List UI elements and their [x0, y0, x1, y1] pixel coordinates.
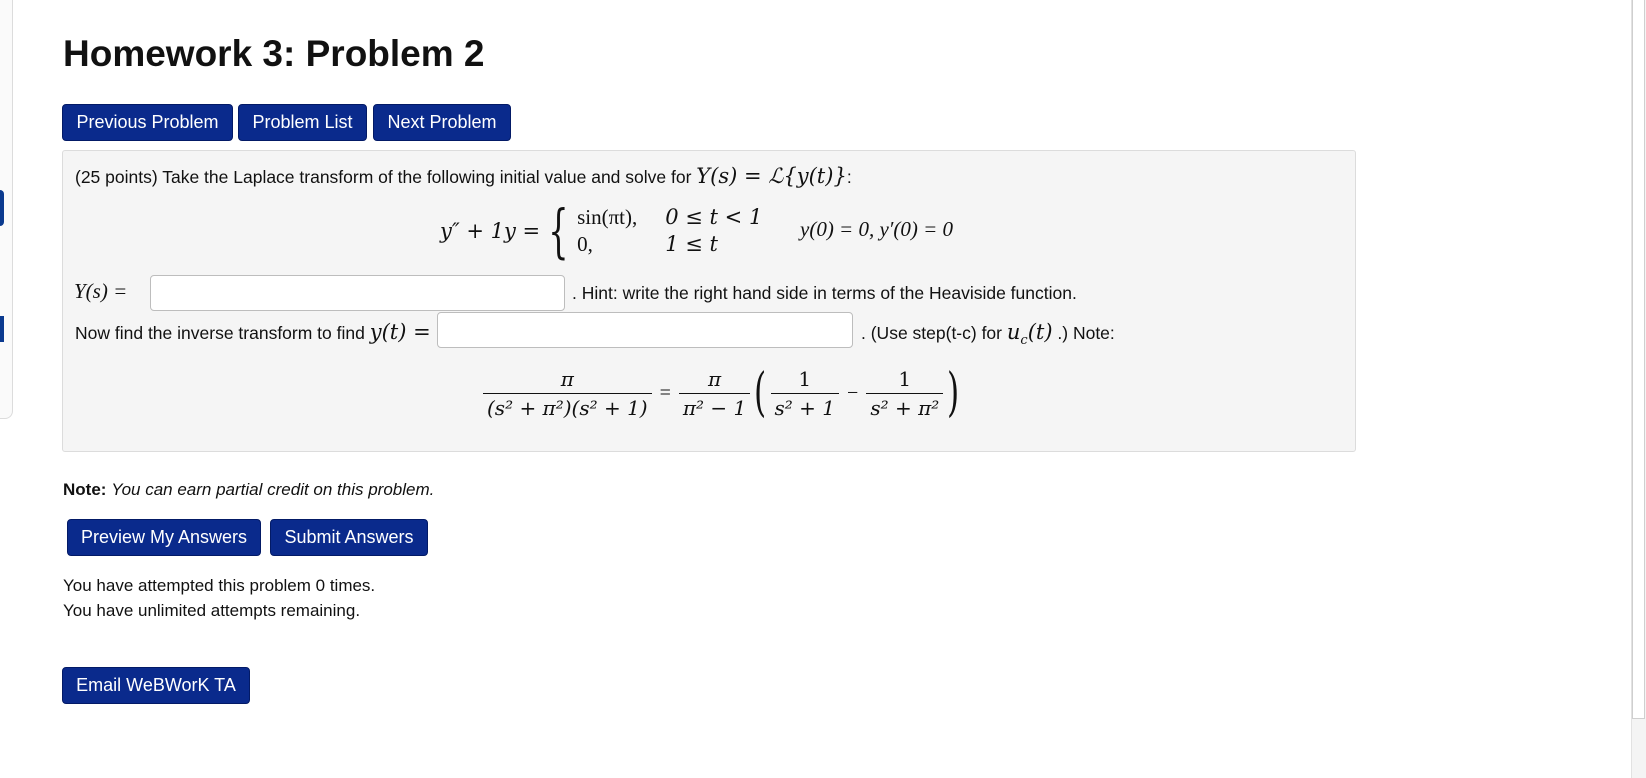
- step-note-prefix: . (Use step(t-c) for: [861, 323, 1002, 343]
- step-note-suffix: .) Note:: [1057, 323, 1115, 343]
- f2-numerator: 1: [898, 366, 912, 391]
- page-title: Homework 3: Problem 2: [63, 33, 485, 74]
- partial-credit-note: Note: You can earn partial credit on thi…: [63, 480, 434, 500]
- problem-statement: (25 points) Take the Laplace transform o…: [75, 164, 852, 188]
- case2-expression: 0,: [577, 232, 593, 256]
- previous-problem-button[interactable]: Previous Problem: [62, 104, 233, 141]
- preview-answers-button[interactable]: Preview My Answers: [67, 519, 261, 556]
- sidebar-active-tab[interactable]: [0, 190, 4, 226]
- inverse-prefix: Now find the inverse transform to find y…: [75, 320, 431, 344]
- f1-numerator: 1: [798, 366, 812, 391]
- coef-numerator: π: [707, 366, 722, 391]
- note-text: You can earn partial credit on this prob…: [111, 480, 435, 499]
- coef-denominator: π² − 1: [678, 392, 751, 420]
- initial-conditions: y(0) = 0, y′(0) = 0: [800, 217, 954, 241]
- partial-fraction-note: π (s² + π²)(s² + 1) = π π² − 1 ( 1 s² + …: [483, 360, 964, 426]
- intro-end: :: [846, 167, 852, 187]
- case2-condition: 1 ≤ t: [665, 232, 718, 256]
- lhs-fraction: π (s² + π²)(s² + 1): [483, 367, 652, 420]
- lhs-denominator: (s² + π²)(s² + 1): [483, 392, 652, 420]
- case1-expression: sin(πt),: [577, 205, 638, 229]
- inverse-prefix-text: Now find the inverse transform to find: [75, 323, 365, 343]
- right-paren: ): [947, 363, 960, 423]
- problem-list-button[interactable]: Problem List: [238, 104, 367, 141]
- attempts-count: You have attempted this problem 0 times.: [63, 576, 376, 595]
- step-note-math: uc(t): [1006, 320, 1053, 348]
- left-paren: (: [754, 363, 767, 423]
- yt-answer-input[interactable]: [437, 312, 853, 348]
- attempts-remaining: You have unlimited attempts remaining.: [63, 601, 361, 620]
- f1-denominator: s² + 1: [770, 392, 840, 420]
- step-t: (t): [1027, 320, 1053, 344]
- intro-math: Y(s) = ℒ{y(t)}: [696, 164, 847, 188]
- step-note: . (Use step(t-c) for uc(t) .) Note:: [861, 320, 1115, 348]
- submit-answers-button[interactable]: Submit Answers: [270, 519, 428, 556]
- f2-denominator: s² + π²: [866, 392, 944, 420]
- case1-condition: 0 ≤ t < 1: [665, 205, 763, 229]
- step-u: u: [1006, 320, 1021, 344]
- scrollbar-thumb[interactable]: [1632, 0, 1645, 719]
- equals-sign: =: [659, 381, 671, 404]
- second-fraction: 1 s² + π²: [866, 366, 944, 420]
- ys-label: Y(s) =: [74, 279, 128, 303]
- heaviside-hint: . Hint: write the right hand side in ter…: [572, 283, 1077, 303]
- lhs-numerator: π: [560, 366, 574, 391]
- ode-equation: y″ + 1y = { sin(πt), 0 ≤ t < 1 0, 1 ≤ t: [440, 200, 762, 262]
- email-ta-button[interactable]: Email WeBWorK TA: [62, 667, 250, 704]
- ys-answer-input[interactable]: [150, 275, 565, 311]
- sidebar-marker: [0, 316, 4, 342]
- first-fraction: 1 s² + 1: [770, 366, 840, 420]
- left-brace: {: [548, 197, 569, 265]
- ode-lhs: y″ + 1y =: [440, 219, 541, 243]
- vertical-scrollbar[interactable]: [1631, 0, 1646, 778]
- note-label: Note:: [63, 480, 107, 499]
- piecewise-cases: sin(πt), 0 ≤ t < 1 0, 1 ≤ t: [577, 205, 762, 257]
- coefficient-fraction: π π² − 1: [678, 366, 751, 420]
- minus-sign: −: [847, 381, 859, 404]
- problem-intro-text: (25 points) Take the Laplace transform o…: [75, 167, 692, 187]
- inverse-math: y(t) =: [369, 320, 431, 344]
- step-sub: c: [1020, 333, 1028, 349]
- next-problem-button[interactable]: Next Problem: [373, 104, 511, 141]
